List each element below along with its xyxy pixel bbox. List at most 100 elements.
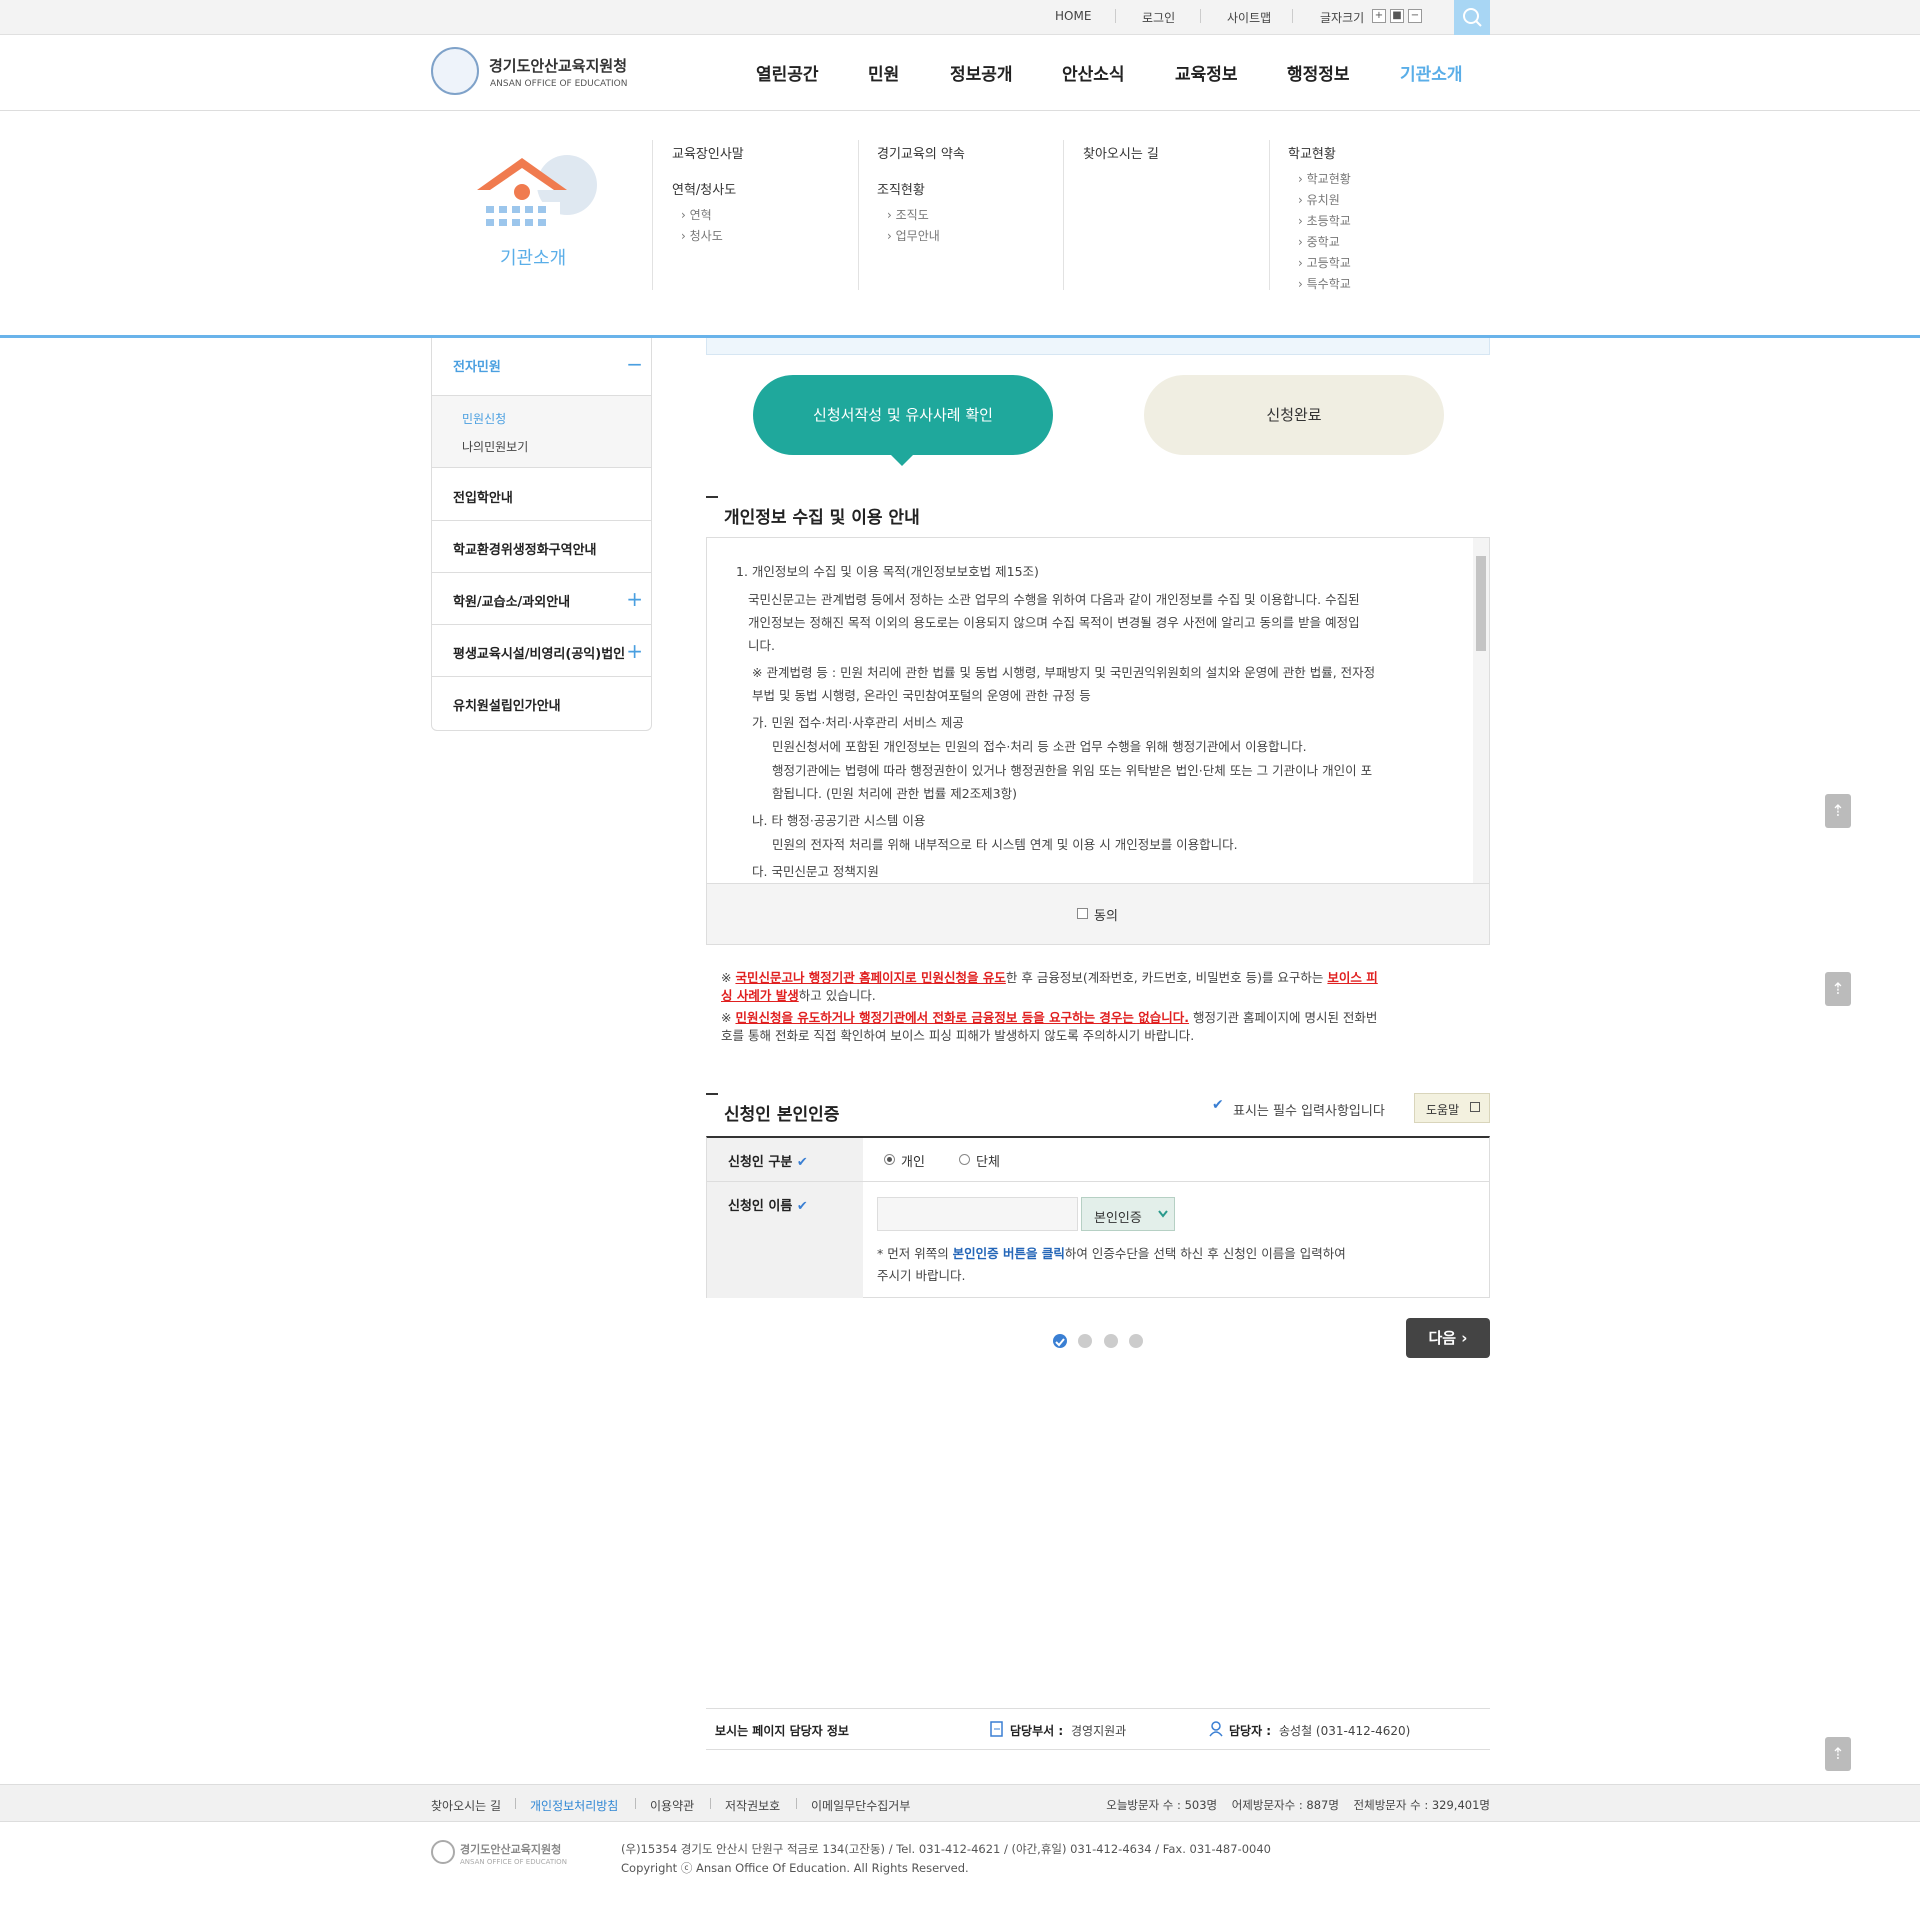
auth-button[interactable]: 본인인증 <box>1081 1197 1175 1231</box>
divider <box>1200 9 1201 23</box>
lnb-item[interactable]: 전입학안내 <box>432 469 651 521</box>
help-button[interactable]: 도움말 <box>1414 1093 1490 1123</box>
footer-link[interactable]: 이메일무단수집거부 <box>811 1797 910 1814</box>
gnb-item[interactable]: 안산소식 <box>1062 60 1125 85</box>
logo-title[interactable]: 경기도안산교육지원청 <box>489 55 627 76</box>
footer-link[interactable]: 저작권보호 <box>725 1797 780 1814</box>
collapse-icon[interactable]: − <box>626 352 643 376</box>
lnb-submenu: 민원신청 나의민원보기 <box>432 396 651 468</box>
mega-link[interactable]: 학교현황 <box>1288 143 1336 162</box>
mega-sublink[interactable]: › 조직도 <box>887 206 929 223</box>
radio-label[interactable]: 단체 <box>976 1151 1000 1170</box>
mega-link[interactable]: 경기교육의 약속 <box>877 143 965 162</box>
footer-link[interactable]: 이용약관 <box>650 1797 694 1814</box>
font-reset-button[interactable]: ■ <box>1390 9 1404 23</box>
font-decrease-button[interactable]: − <box>1408 9 1422 23</box>
lnb-item[interactable]: 학교환경위생정화구역안내 <box>432 521 651 573</box>
privacy-line: 민원의 전자적 처리를 위해 내부적으로 타 시스템 연계 및 이용 시 개인정… <box>772 837 1238 852</box>
mega-sublink[interactable]: › 고등학교 <box>1298 254 1351 271</box>
home-link[interactable]: HOME <box>1055 9 1091 23</box>
info-box <box>706 338 1490 355</box>
warning-text: ※ 국민신문고나 행정기관 홈페이지로 민원신청을 유도한 후 금융정보(계좌번… <box>721 969 1491 987</box>
section-marker <box>706 496 718 498</box>
lnb-label: 평생교육시설/비영리(공익)법인 <box>453 647 626 662</box>
scrollbar-thumb[interactable] <box>1476 556 1486 651</box>
scroll-top-icon[interactable]: ⇡ <box>1825 972 1851 1006</box>
lnb-item[interactable]: 평생교육시설/비영리(공익)법인 + <box>432 625 651 677</box>
mega-sublink[interactable]: › 초등학교 <box>1298 212 1351 229</box>
footer-link[interactable]: 찾아오시는 길 <box>431 1797 501 1814</box>
row-label: 신청인 이름 <box>728 1199 793 1214</box>
scroll-top-icon[interactable]: ⇡ <box>1825 1737 1851 1771</box>
dept-label: 담당부서 : <box>1010 1724 1064 1738</box>
lnb-label: 학원/교습소/과외안내 <box>453 595 571 610</box>
radio-dot <box>887 1157 892 1162</box>
expand-icon[interactable]: + <box>626 587 643 611</box>
step-dot <box>1078 1334 1092 1348</box>
table-cell: 본인인증 * 먼저 위쪽의 본인인증 버튼을 클릭하여 인증수단을 선택 하신 … <box>863 1182 1489 1298</box>
lnb-item[interactable]: 유치원설립인가안내 <box>432 677 651 729</box>
gnb-item[interactable]: 정보공개 <box>950 60 1013 85</box>
next-button[interactable]: 다음 › <box>1406 1318 1490 1358</box>
mega-sublink[interactable]: › 특수학교 <box>1298 275 1351 292</box>
font-size-label: 글자크기 <box>1320 11 1365 25</box>
lnb-item[interactable]: 학원/교습소/과외안내 + <box>432 573 651 625</box>
side-navigation: 전자민원 − 민원신청 나의민원보기 전입학안내 학교환경위생정화구역안내 학원… <box>431 338 652 731</box>
gnb-item[interactable]: 민원 <box>868 60 899 85</box>
mega-sublink[interactable]: › 유치원 <box>1298 191 1340 208</box>
divider <box>515 1798 516 1809</box>
radio-individual[interactable] <box>884 1154 895 1165</box>
note-part: * 먼저 위쪽의 <box>877 1246 953 1261</box>
mega-link[interactable]: 연혁/청사도 <box>672 179 736 198</box>
section-title: 개인정보 수집 및 이용 안내 <box>724 508 920 528</box>
warning-text: 싱 사례가 발생하고 있습니다. <box>721 987 1491 1005</box>
agree-checkbox[interactable] <box>1077 908 1088 919</box>
applicant-name-input[interactable] <box>877 1197 1078 1231</box>
warning-text-part: 하고 있습니다. <box>798 988 876 1003</box>
logo-emblem-icon[interactable] <box>431 47 479 95</box>
note-part: 하여 인증수단을 선택 하신 후 신청인 이름을 입력하여 <box>1064 1246 1346 1261</box>
divider <box>652 140 653 290</box>
mega-link[interactable]: 조직현황 <box>877 179 925 198</box>
login-link[interactable]: 로그인 <box>1142 9 1175 26</box>
lnb-item-active[interactable]: 전자민원 − <box>432 338 651 396</box>
mega-sublink[interactable]: › 학교현황 <box>1298 170 1351 187</box>
gnb-item-active[interactable]: 기관소개 <box>1400 60 1463 85</box>
sitemap-link[interactable]: 사이트맵 <box>1227 9 1271 26</box>
mega-sublink[interactable]: › 중학교 <box>1298 233 1340 250</box>
mega-sublink[interactable]: › 업무안내 <box>887 227 940 244</box>
gnb-item[interactable]: 열린공간 <box>756 60 819 85</box>
divider <box>1115 9 1116 23</box>
dept-value: 경영지원과 <box>1071 1724 1127 1738</box>
gnb-item[interactable]: 교육정보 <box>1175 60 1238 85</box>
table-header: 신청인 이름 ✔ <box>707 1182 863 1298</box>
divider <box>796 1798 797 1809</box>
privacy-text-scroll[interactable]: 1. 개인정보의 수집 및 이용 목적(개인정보보호법 제15조) 국민신문고는… <box>707 538 1489 883</box>
scroll-top-icon[interactable]: ⇡ <box>1825 794 1851 828</box>
lnb-subitem[interactable]: 나의민원보기 <box>462 438 528 455</box>
footer-link-privacy[interactable]: 개인정보처리방침 <box>530 1797 618 1814</box>
mega-sublink[interactable]: › 연혁 <box>681 206 712 223</box>
warning-highlight: 싱 사례가 발생 <box>721 988 799 1003</box>
agree-label[interactable]: 동의 <box>1094 905 1118 924</box>
radio-label[interactable]: 개인 <box>901 1151 925 1170</box>
lnb-subitem-active[interactable]: 민원신청 <box>462 410 506 427</box>
privacy-line: 개인정보는 정해진 목적 이외의 용도로는 이용되지 않으며 수집 목적이 변경… <box>748 615 1360 630</box>
step-pointer <box>891 455 913 466</box>
footer-logo-subtitle: ANSAN OFFICE OF EDUCATION <box>460 1858 567 1866</box>
search-button[interactable] <box>1454 0 1490 35</box>
auth-label: 본인인증 <box>1094 1211 1142 1226</box>
warning-text: 호를 통해 전화로 직접 확인하여 보이스 피싱 피해가 발생하지 않도록 주의… <box>721 1028 1195 1043</box>
footer-bar: 찾아오시는 길 개인정보처리방침 이용약관 저작권보호 이메일무단수집거부 오늘… <box>0 1784 1920 1822</box>
mega-link[interactable]: 찾아오시는 길 <box>1083 143 1159 162</box>
scrollbar[interactable] <box>1473 538 1489 883</box>
font-increase-button[interactable]: + <box>1372 9 1386 23</box>
mega-link[interactable]: 교육장인사말 <box>672 143 744 162</box>
radio-group[interactable] <box>959 1154 970 1165</box>
privacy-line: 국민신문고는 관계법령 등에서 정하는 소관 업무의 수행을 위하여 다음과 같… <box>748 592 1360 607</box>
expand-icon[interactable]: + <box>626 639 643 663</box>
footer-copyright: Copyright ⓒ Ansan Office Of Education. A… <box>621 1861 969 1875</box>
mega-sublink[interactable]: › 청사도 <box>681 227 723 244</box>
warning-highlight: 국민신문고나 행정기관 홈페이지로 민원신청을 유도 <box>735 970 1006 985</box>
gnb-item[interactable]: 행정정보 <box>1287 60 1350 85</box>
